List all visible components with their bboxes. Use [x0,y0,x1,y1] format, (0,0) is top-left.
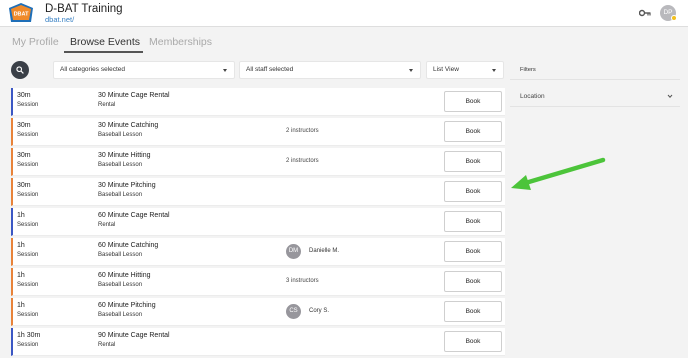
tab-my-profile[interactable]: My Profile [12,36,59,48]
event-name: 60 Minute Catching [98,242,159,249]
event-category: Rental [98,342,116,348]
top-header: DBAT D-BAT Training dbat.net/ DP [0,0,688,27]
event-duration: 1h [17,272,25,279]
book-button[interactable]: Book [444,301,502,322]
event-category: Baseball Lesson [98,312,143,318]
event-type: Session [17,312,39,318]
instructor-name: Cory S. [309,308,330,314]
book-button[interactable]: Book [444,271,502,292]
book-button[interactable]: Book [444,241,502,262]
event-row[interactable]: 1h Session 60 Minute Catching Baseball Less… [11,238,505,266]
instructor-count: 2 instructors [286,158,319,164]
event-category: Rental [98,102,116,108]
app-url-link[interactable]: dbat.net/ [45,15,74,24]
location-filter[interactable]: Location [520,93,545,100]
event-category: Baseball Lesson [98,282,143,288]
app-title: D-BAT Training [45,3,123,15]
event-name: 30 Minute Hitting [98,152,151,159]
event-category: Baseball Lesson [98,192,143,198]
key-icon[interactable] [639,9,651,17]
event-duration: 1h 30m [17,332,41,339]
event-row[interactable]: 1h Session 60 Minute Cage Rental Rental Book [11,208,505,236]
active-tab-indicator [64,51,143,53]
categories-select[interactable]: All categories selected [53,61,235,79]
search-button[interactable] [11,61,29,79]
chevron-down-icon[interactable] [667,93,673,99]
event-duration: 1h [17,302,25,309]
book-button[interactable]: Book [444,91,502,112]
divider [510,106,680,107]
book-button[interactable]: Book [444,211,502,232]
event-row[interactable]: 1h Session 60 Minute Pitching Baseball Less… [11,298,505,326]
event-type: Session [17,162,39,168]
tab-memberships[interactable]: Memberships [149,36,212,48]
event-type: Session [17,222,39,228]
search-icon [16,66,24,74]
chevron-down-icon [409,69,413,72]
instructor-avatar: DM [286,244,301,259]
chevron-down-icon [223,69,227,72]
event-name: 90 Minute Cage Rental [98,332,170,339]
event-duration: 30m [17,152,31,159]
event-row[interactable]: 30m Session 30 Minute Hitting Baseball Less… [11,148,505,176]
dbat-logo[interactable]: DBAT [9,3,33,23]
event-name: 30 Minute Catching [98,122,159,129]
filters-heading: Filters [520,67,536,73]
event-row[interactable]: 30m Session 30 Minute Catching Baseball Les… [11,118,505,146]
event-row[interactable]: 1h Session 60 Minute Hitting Baseball Lesso… [11,268,505,296]
divider [510,79,680,80]
event-name: 30 Minute Cage Rental [98,92,170,99]
event-type: Session [17,192,39,198]
staff-select-value: All staff selected [246,66,294,73]
view-select[interactable]: List View [426,61,504,79]
event-name: 60 Minute Hitting [98,272,151,279]
event-type: Session [17,282,39,288]
event-type: Session [17,102,39,108]
book-button[interactable]: Book [444,121,502,142]
event-duration: 1h [17,212,25,219]
event-type: Session [17,132,39,138]
event-name: 60 Minute Cage Rental [98,212,170,219]
categories-select-value: All categories selected [60,66,126,73]
book-button[interactable]: Book [444,181,502,202]
event-name: 30 Minute Pitching [98,182,156,189]
event-type: Session [17,342,39,348]
book-button[interactable]: Book [444,331,502,352]
event-category: Baseball Lesson [98,162,143,168]
staff-select[interactable]: All staff selected [239,61,421,79]
event-row[interactable]: 1h 30m Session 90 Minute Cage Rental Rental… [11,328,505,356]
event-category: Baseball Lesson [98,252,143,258]
instructor-avatar: CS [286,304,301,319]
book-button[interactable]: Book [444,151,502,172]
instructor-count: 2 instructors [286,128,319,134]
event-row[interactable]: 30m Session 30 Minute Pitching Baseball Les… [11,178,505,206]
event-duration: 30m [17,182,31,189]
instructor-count: 3 instructors [286,278,319,284]
event-category: Baseball Lesson [98,132,143,138]
view-select-value: List View [433,66,459,73]
chevron-down-icon [492,69,496,72]
event-category: Rental [98,222,116,228]
notification-dot [671,15,677,21]
event-duration: 1h [17,242,25,249]
event-duration: 30m [17,122,31,129]
event-row[interactable]: 30m Session 30 Minute Cage Rental Rental Boo… [11,88,505,116]
event-type: Session [17,252,39,258]
event-name: 60 Minute Pitching [98,302,156,309]
green-arrow-icon [511,157,606,190]
instructor-name: Danielle M. [309,248,340,254]
logo-text: DBAT [14,12,30,18]
tab-browse-events[interactable]: Browse Events [70,36,140,48]
event-duration: 30m [17,92,31,99]
